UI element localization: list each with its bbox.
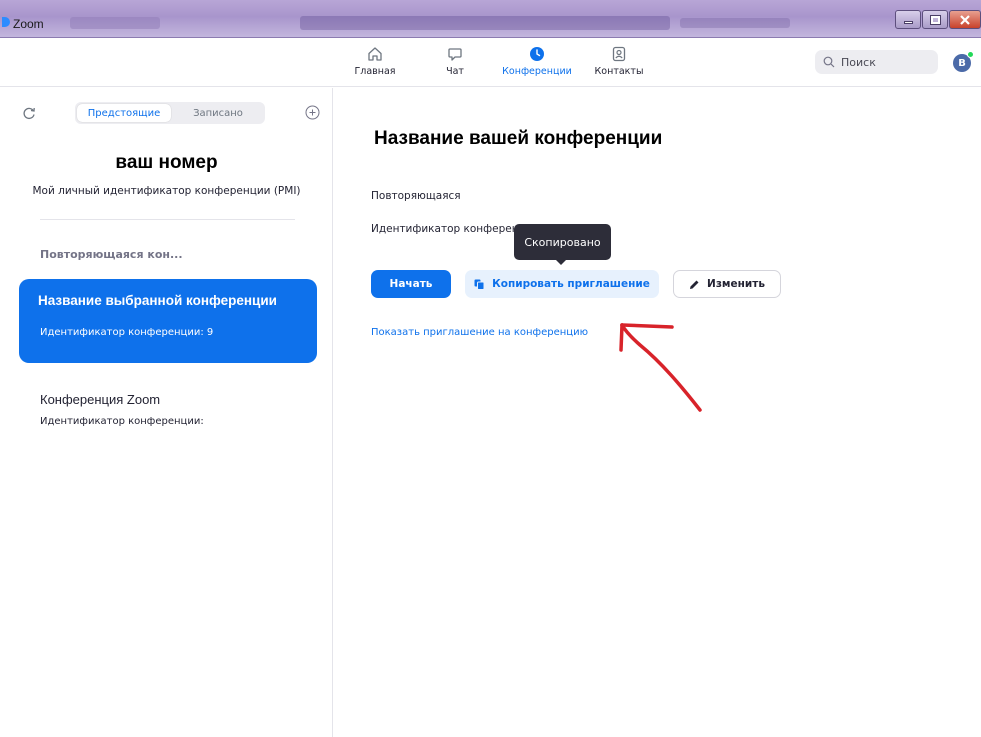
top-navigation: Главная Чат Конференции Контакты Поиск B xyxy=(0,39,981,87)
nav-chat[interactable]: Чат xyxy=(420,45,490,77)
chat-bubble-icon xyxy=(446,45,464,63)
copy-invitation-label: Копировать приглашение xyxy=(492,278,650,290)
blurred-title-region xyxy=(300,16,670,30)
edit-button[interactable]: Изменить xyxy=(673,270,781,298)
pmi-label: Мой личный идентификатор конференции (PM… xyxy=(32,185,301,197)
contact-card-icon xyxy=(610,45,628,63)
blurred-title-region xyxy=(70,17,160,29)
edit-button-label: Изменить xyxy=(707,278,765,290)
clock-icon xyxy=(528,45,546,63)
refresh-icon[interactable] xyxy=(22,106,36,120)
minimize-button[interactable] xyxy=(895,10,921,29)
list-item[interactable]: Конференция Zoom Идентификатор конференц… xyxy=(40,392,204,427)
close-icon xyxy=(960,14,970,25)
start-button-label: Начать xyxy=(389,278,433,290)
copy-icon xyxy=(474,279,485,290)
minimize-icon xyxy=(903,21,913,24)
meeting-id: Идентификатор конференции: xyxy=(40,416,204,427)
tooltip-arrow xyxy=(556,260,566,265)
page-title: Название вашей конференции xyxy=(374,128,663,149)
selected-meeting-id: Идентификатор конференции: 9 xyxy=(40,327,214,338)
meetings-tab-switch: Предстоящие Записано xyxy=(75,102,265,124)
home-icon xyxy=(366,45,384,63)
close-button[interactable] xyxy=(949,10,981,29)
recurring-label: Повторяющаяся xyxy=(371,190,461,202)
selected-meeting-title: Название выбранной конференции xyxy=(38,293,277,308)
section-header: Повторяющаяся кон... xyxy=(40,248,183,261)
tab-upcoming[interactable]: Предстоящие xyxy=(77,104,171,122)
nav-contacts[interactable]: Контакты xyxy=(584,45,654,77)
show-invitation-link[interactable]: Показать приглашение на конференцию xyxy=(371,327,588,338)
nav-meetings-label: Конференции xyxy=(502,66,572,77)
search-placeholder: Поиск xyxy=(841,55,876,69)
copy-invitation-button[interactable]: Копировать приглашение xyxy=(465,270,659,298)
meeting-title: Конференция Zoom xyxy=(40,392,161,407)
selected-meeting-card[interactable]: Название выбранной конференции Идентифик… xyxy=(19,279,317,363)
search-icon xyxy=(823,56,835,68)
nav-home[interactable]: Главная xyxy=(340,45,410,77)
maximize-icon xyxy=(929,14,941,25)
nav-chat-label: Чат xyxy=(446,66,464,77)
online-status-indicator xyxy=(967,51,974,58)
maximize-button[interactable] xyxy=(922,10,948,29)
window-title: Zoom xyxy=(13,17,44,31)
meetings-sidebar: Предстоящие Записано ваш номер Мой личны… xyxy=(0,88,333,737)
start-button[interactable]: Начать xyxy=(371,270,451,298)
tab-recorded[interactable]: Записано xyxy=(173,104,263,122)
copied-tooltip: Скопировано xyxy=(514,224,611,260)
nav-home-label: Главная xyxy=(354,66,396,77)
add-meeting-icon[interactable] xyxy=(305,105,320,120)
blurred-title-region xyxy=(680,18,790,28)
window-titlebar: Zoom xyxy=(0,0,981,38)
nav-contacts-label: Контакты xyxy=(594,66,644,77)
search-box[interactable]: Поиск xyxy=(815,50,938,74)
pmi-number: ваш номер xyxy=(115,152,218,173)
divider xyxy=(40,219,295,220)
zoom-logo-icon xyxy=(2,17,10,27)
annotation-arrow-icon xyxy=(619,323,702,412)
pencil-icon xyxy=(690,280,699,289)
nav-meetings[interactable]: Конференции xyxy=(502,45,572,77)
